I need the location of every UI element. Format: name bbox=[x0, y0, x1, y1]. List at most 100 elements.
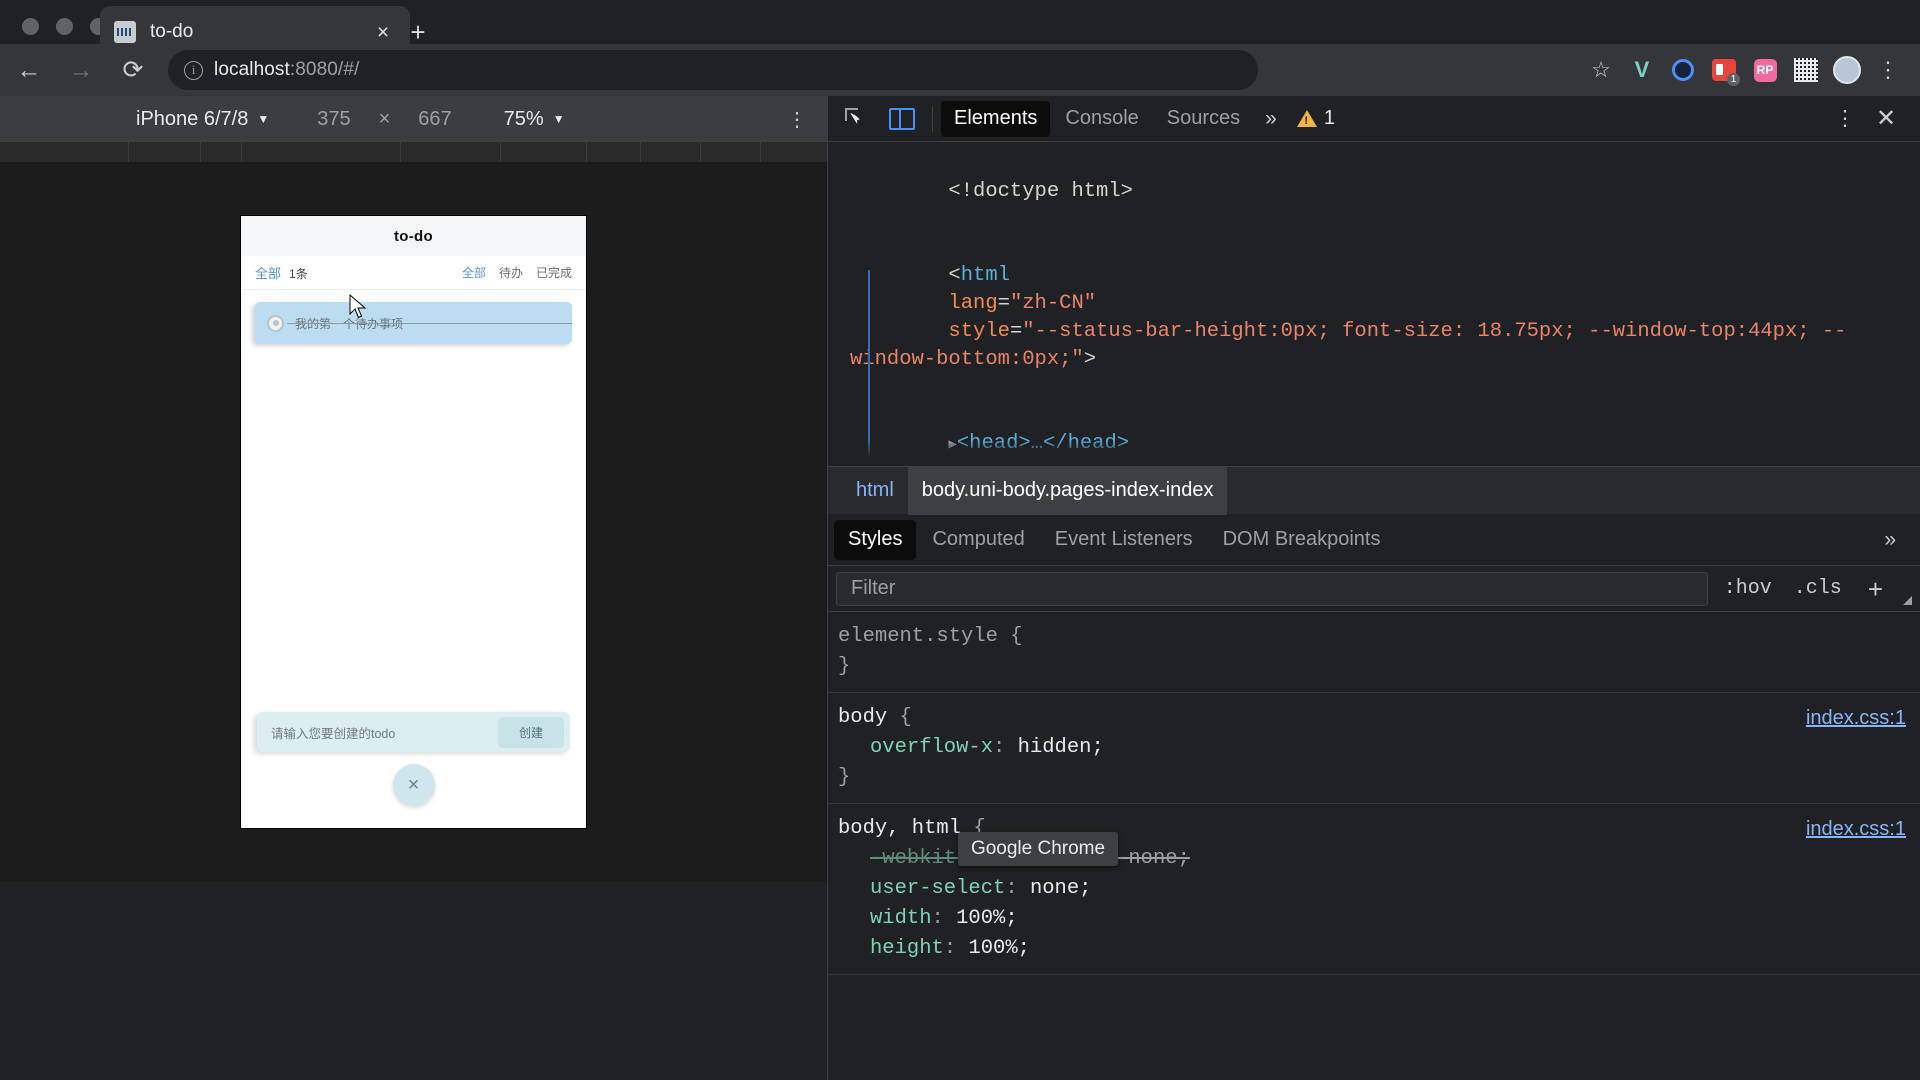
tab-dom-breakpoints[interactable]: DOM Breakpoints bbox=[1209, 520, 1395, 560]
new-todo-input[interactable]: 请输入您要创建的todo bbox=[271, 723, 498, 742]
device-width-input[interactable]: 375 bbox=[317, 108, 350, 131]
declaration-property[interactable]: overflow-x bbox=[838, 733, 993, 763]
todo-list: 我的第一个待办事项 bbox=[241, 290, 586, 344]
omnibox-actions: ☆ V 1 RP ⋮ bbox=[1583, 52, 1920, 88]
back-icon[interactable]: ← bbox=[6, 47, 52, 93]
checkbox-icon[interactable] bbox=[267, 314, 284, 332]
site-info-icon[interactable]: i bbox=[184, 60, 203, 80]
breadcrumb-item-html[interactable]: html bbox=[842, 467, 908, 515]
window-minimize-button[interactable] bbox=[56, 18, 73, 35]
attr-style: style bbox=[948, 320, 1010, 343]
todo-composer: 请输入您要创建的todo 创建 bbox=[241, 712, 586, 752]
dom-line-html[interactable]: <html lang="zh-CN" style="--status-bar-h… bbox=[828, 234, 1920, 402]
inspect-element-icon[interactable] bbox=[834, 101, 878, 137]
tab-event-listeners[interactable]: Event Listeners bbox=[1041, 520, 1207, 560]
styles-filter-input[interactable]: Filter bbox=[836, 571, 1708, 606]
device-toolbar-menu-button[interactable]: ⋮ bbox=[787, 107, 807, 132]
warning-indicator[interactable]: 1 bbox=[1289, 107, 1343, 130]
extension-qr-icon[interactable] bbox=[1788, 52, 1824, 88]
avatar-glyph bbox=[1833, 56, 1861, 84]
rule-source-link[interactable]: index.css:1 bbox=[1806, 814, 1906, 844]
kebab-icon: ⋮ bbox=[1877, 57, 1899, 82]
styles-tabs: Styles Computed Event Listeners DOM Brea… bbox=[828, 514, 1920, 566]
declaration-property[interactable]: width bbox=[838, 904, 932, 934]
url-path: :8080/#/ bbox=[289, 59, 360, 80]
declaration-value[interactable]: none; bbox=[1128, 847, 1190, 870]
page-title: to-do bbox=[394, 227, 433, 245]
hov-toggle[interactable]: :hov bbox=[1718, 577, 1778, 600]
declaration-value[interactable]: hidden; bbox=[1018, 736, 1104, 759]
more-styles-tabs-icon[interactable]: » bbox=[1866, 528, 1914, 552]
browser-menu-button[interactable]: ⋮ bbox=[1870, 52, 1906, 88]
breadcrumb-item-body[interactable]: body.uni-body.pages-index-index bbox=[907, 466, 1228, 515]
more-tabs-icon[interactable]: » bbox=[1255, 107, 1287, 131]
close-icon[interactable]: × bbox=[370, 19, 396, 45]
extension-rp-icon[interactable]: RP bbox=[1747, 52, 1783, 88]
brace-close: } bbox=[838, 766, 851, 789]
doctype-text: <!doctype html> bbox=[948, 180, 1133, 203]
avatar[interactable] bbox=[1829, 52, 1865, 88]
app-header: to-do bbox=[241, 216, 586, 256]
window-close-button[interactable] bbox=[22, 18, 39, 35]
tooltip: Google Chrome bbox=[958, 832, 1118, 866]
styles-filter-row: Filter :hov .cls + bbox=[828, 566, 1920, 612]
filter-tab-all[interactable]: 全部 bbox=[462, 264, 486, 281]
toggle-device-toolbar-icon[interactable] bbox=[880, 101, 924, 137]
declaration-value[interactable]: 100%; bbox=[968, 937, 1030, 960]
address-bar[interactable]: i localhost:8080/#/ bbox=[168, 50, 1258, 90]
zoom-selector[interactable]: 75% ▼ bbox=[504, 108, 565, 131]
dom-line-doctype[interactable]: <!doctype html> bbox=[828, 150, 1920, 234]
rule-selector[interactable]: body bbox=[838, 706, 887, 729]
reload-icon[interactable]: ⟳ bbox=[110, 47, 156, 93]
tab-computed[interactable]: Computed bbox=[918, 520, 1038, 560]
window-controls[interactable] bbox=[22, 18, 107, 35]
tab-elements[interactable]: Elements bbox=[941, 100, 1051, 137]
ring-glyph bbox=[1672, 59, 1694, 81]
bookmark-star-icon[interactable]: ☆ bbox=[1583, 52, 1619, 88]
extension-ring-icon[interactable] bbox=[1665, 52, 1701, 88]
device-height-input[interactable]: 667 bbox=[418, 108, 451, 131]
tab-console[interactable]: Console bbox=[1052, 101, 1151, 137]
breadcrumb: html body.uni-body.pages-index-index bbox=[828, 466, 1920, 515]
device-selector[interactable]: iPhone 6/7/8 ▼ bbox=[136, 108, 269, 131]
page-favicon-icon bbox=[114, 21, 136, 43]
resize-handle-icon[interactable] bbox=[1903, 596, 1912, 605]
extension-badge-count: 1 bbox=[1727, 73, 1740, 86]
create-button[interactable]: 创建 bbox=[498, 716, 564, 748]
filter-tab-done[interactable]: 已完成 bbox=[536, 264, 572, 281]
style-rule-body[interactable]: body { index.css:1 overflow-x: hidden; } bbox=[828, 693, 1920, 804]
rule-selector[interactable]: element.style bbox=[838, 625, 998, 648]
close-composer-button[interactable]: × bbox=[392, 764, 435, 806]
device-viewport[interactable]: to-do 全部 1条 全部 待办 已完成 我的第一个待办事项 请输入您要创建的… bbox=[241, 216, 586, 828]
tab-sources[interactable]: Sources bbox=[1154, 101, 1253, 137]
extension-red-icon[interactable]: 1 bbox=[1706, 52, 1742, 88]
style-rule-element-style[interactable]: element.style { } bbox=[828, 612, 1920, 693]
attr-lang: lang bbox=[948, 292, 998, 315]
filter-tab-pending[interactable]: 待办 bbox=[499, 264, 523, 281]
cls-toggle[interactable]: .cls bbox=[1788, 577, 1848, 600]
composer-row: 请输入您要创建的todo 创建 bbox=[257, 712, 570, 752]
devtools-close-button[interactable]: ✕ bbox=[1866, 106, 1906, 131]
devtools-menu-button[interactable]: ⋮ bbox=[1828, 106, 1862, 131]
forward-icon[interactable]: → bbox=[58, 47, 104, 93]
warning-icon bbox=[1296, 110, 1317, 127]
vimium-glyph: V bbox=[1634, 57, 1650, 82]
browser-tab-title: to-do bbox=[150, 21, 194, 42]
rule-selector[interactable]: body, html bbox=[838, 817, 961, 840]
list-item[interactable]: 我的第一个待办事项 bbox=[255, 302, 572, 344]
filter-summary-label: 全部 bbox=[255, 266, 282, 281]
declaration-property[interactable]: height bbox=[838, 934, 944, 964]
style-rule-body-html[interactable]: body, html { index.css:1 -webkit-user-se… bbox=[828, 804, 1920, 975]
attr-lang-value: "zh-CN" bbox=[1009, 292, 1097, 315]
tab-styles[interactable]: Styles bbox=[834, 519, 917, 560]
todo-count: 1条 bbox=[289, 267, 308, 281]
extension-vimium-icon[interactable]: V bbox=[1624, 52, 1660, 88]
rule-source-link[interactable]: index.css:1 bbox=[1806, 703, 1906, 733]
declaration-value[interactable]: none; bbox=[1030, 877, 1092, 900]
declaration-value[interactable]: 100%; bbox=[956, 907, 1018, 930]
declaration-property[interactable]: user-select bbox=[838, 874, 1005, 904]
chevron-down-icon: ▼ bbox=[552, 112, 565, 126]
devtools-toolbar-right: ⋮ ✕ bbox=[1828, 106, 1914, 131]
dom-tree[interactable]: <!doctype html> <html lang="zh-CN" style… bbox=[828, 142, 1920, 466]
new-style-rule-button[interactable]: + bbox=[1858, 576, 1893, 602]
